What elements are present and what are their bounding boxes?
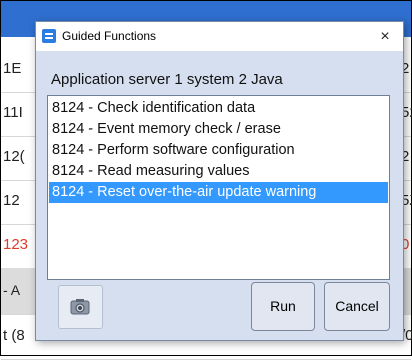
functions-listbox[interactable]: 8124 - Check identification data 8124 - … bbox=[47, 95, 390, 280]
guided-functions-dialog: Guided Functions × Application server 1 … bbox=[35, 21, 404, 341]
background-row-left-text: 1E bbox=[3, 60, 22, 77]
list-item-selected[interactable]: 8124 - Reset over-the-air update warning bbox=[49, 182, 388, 203]
close-button[interactable]: × bbox=[374, 26, 396, 48]
list-item[interactable]: 8124 - Read measuring values bbox=[49, 161, 388, 182]
background-row-left-text: 12( bbox=[3, 148, 25, 165]
dialog-subtitle: Application server 1 system 2 Java bbox=[51, 71, 283, 88]
dialog-titlebar[interactable]: Guided Functions × bbox=[36, 22, 403, 51]
list-item[interactable]: 8124 - Check identification data bbox=[49, 98, 388, 119]
background-row-left-text: - A bbox=[3, 282, 21, 298]
cancel-button[interactable]: Cancel bbox=[324, 282, 390, 331]
background-row-left-text: 11I bbox=[3, 104, 23, 121]
run-button[interactable]: Run bbox=[251, 282, 315, 331]
background-row-left-text: 12 bbox=[3, 192, 20, 209]
list-item[interactable]: 8124 - Perform software configuration bbox=[49, 140, 388, 161]
dialog-title: Guided Functions bbox=[62, 29, 157, 43]
camera-icon bbox=[70, 299, 90, 315]
screenshot-button[interactable] bbox=[58, 285, 103, 329]
background-row-left-text: 123 bbox=[3, 236, 29, 253]
list-item[interactable]: 8124 - Event memory check / erase bbox=[49, 119, 388, 140]
background-row-left-text: t (8 bbox=[3, 327, 25, 344]
app-logo-icon bbox=[42, 29, 56, 43]
